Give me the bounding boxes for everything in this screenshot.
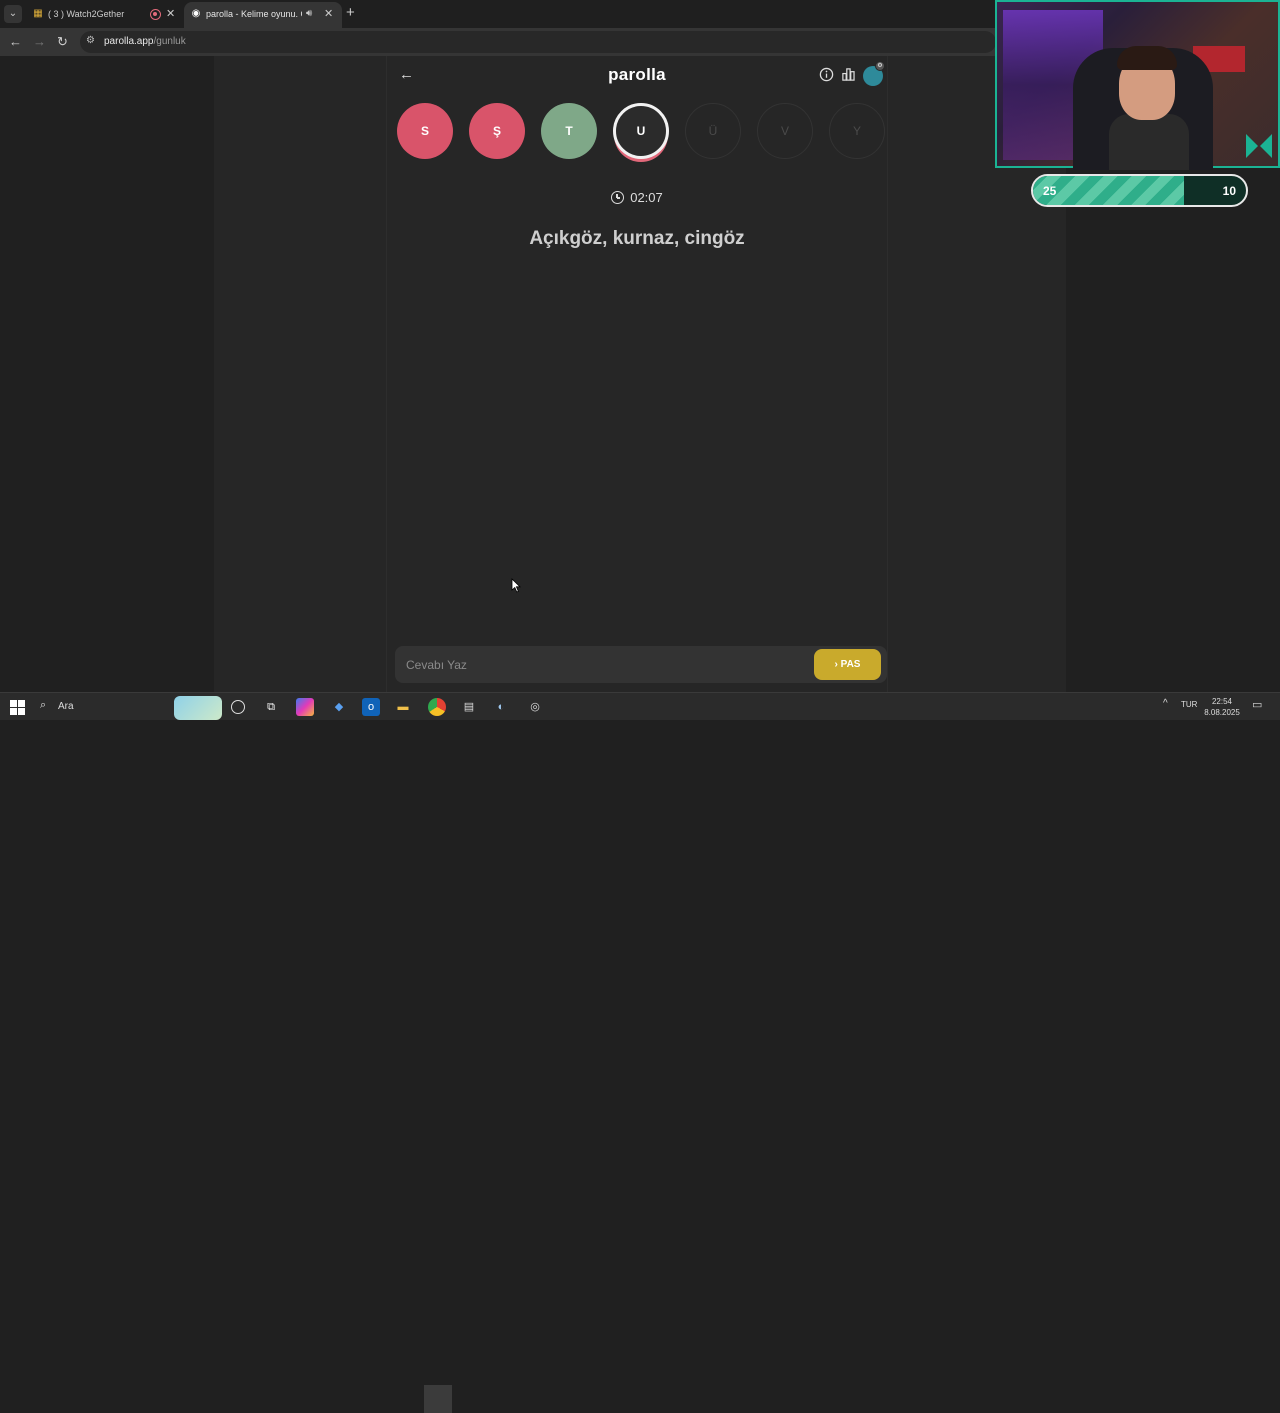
task-view-icon[interactable]: ⧉ <box>262 698 280 716</box>
pass-label: PAS <box>840 659 861 670</box>
timer: 02:07 <box>387 190 887 205</box>
tab-search-button[interactable]: ⌄ <box>4 5 22 23</box>
obs-icon[interactable]: ◎ <box>526 698 544 716</box>
mouse-cursor-icon <box>511 578 521 593</box>
webcam-person-body <box>1109 114 1189 170</box>
file-explorer-icon[interactable]: ▬ <box>394 698 412 716</box>
avatar-badge-icon: ⚙ <box>875 61 885 71</box>
windows-taskbar: ⌕ Ara ⧉ ◆ o ▬ ▤ ◐ ◎ ^ TUR 22:54 8.08.202… <box>0 692 1280 1413</box>
address-bar[interactable]: ⚙ parolla.app/gunluk <box>80 31 996 53</box>
clock-date: 8.08.2025 <box>1204 708 1240 717</box>
info-icon[interactable] <box>819 67 834 82</box>
steam-icon[interactable]: ◐ <box>492 698 510 716</box>
tab-title: ( 3 ) Watch2Gether <box>48 9 125 19</box>
back-arrow-icon[interactable]: ← <box>9 34 22 49</box>
letter-circle: T <box>541 103 597 159</box>
close-tab-icon[interactable]: ✕ <box>166 7 175 20</box>
clock-icon <box>611 191 625 204</box>
letter-circle: U <box>613 103 669 159</box>
webcam-person-hair <box>1117 46 1177 70</box>
search-label: Ara <box>58 701 74 712</box>
tray-chevron-up-icon[interactable]: ^ <box>1163 698 1168 709</box>
active-app-indicator <box>424 1385 452 1413</box>
timer-value: 02:07 <box>630 190 663 205</box>
tab-watch2gether[interactable]: ▦ ( 3 ) Watch2Gether ✕ <box>26 2 182 28</box>
system-clock[interactable]: 22:54 8.08.2025 <box>1202 696 1242 718</box>
brand-title: parolla <box>608 65 666 84</box>
chrome-icon[interactable] <box>428 698 446 716</box>
site-info-icon[interactable]: ⚙ <box>86 35 95 46</box>
url-text: parolla.app/gunluk <box>104 36 186 47</box>
letter-circle: Ü <box>685 103 741 159</box>
app-icon[interactable]: ◆ <box>330 698 348 716</box>
letter-circle: Y <box>829 103 885 159</box>
clock-time: 22:54 <box>1211 697 1233 706</box>
outlook-icon[interactable]: o <box>362 698 380 716</box>
score-right: 10 <box>1222 184 1236 198</box>
forward-arrow-icon[interactable]: → <box>33 34 46 49</box>
search-icon: ⌕ <box>40 699 47 711</box>
letter-circle: V <box>757 103 813 159</box>
taskbar-search[interactable]: ⌕ Ara <box>34 696 224 720</box>
windows-start-icon[interactable] <box>8 698 26 716</box>
close-tab-icon[interactable]: ✕ <box>324 7 333 20</box>
chevron-right-icon: › <box>834 659 838 670</box>
letter-circle: S <box>397 103 453 159</box>
cortana-icon[interactable] <box>231 700 245 714</box>
speaker-icon[interactable]: 🔊︎ <box>306 8 312 19</box>
score-left: 25 <box>1043 184 1057 198</box>
answer-input[interactable] <box>395 646 805 683</box>
store-icon[interactable]: ▤ <box>460 698 478 716</box>
stream-score-bar: 25 10 <box>1031 174 1248 207</box>
watch2gether-favicon-icon: ▦ <box>33 8 43 19</box>
tab-parolla[interactable]: ◉ parolla - Kelime oyunu. Gün 🔊︎ ✕ <box>184 2 342 28</box>
new-tab-button[interactable]: + <box>346 4 355 21</box>
reload-icon[interactable]: ↻ <box>57 34 68 50</box>
stats-icon[interactable] <box>841 67 856 82</box>
question-text: Açıkgöz, kurnaz, cingöz <box>529 228 745 249</box>
webcam-overlay <box>995 0 1280 170</box>
language-indicator[interactable]: TUR <box>1181 700 1197 709</box>
copilot-icon[interactable] <box>296 698 314 716</box>
streamer-logo-icon <box>1246 134 1272 158</box>
search-highlight-image <box>174 696 222 720</box>
recording-indicator-icon <box>150 9 161 20</box>
pass-button[interactable]: › PAS <box>814 649 881 680</box>
answer-bar: › PAS <box>395 646 887 683</box>
user-avatar[interactable]: ⚙ <box>863 61 885 86</box>
parolla-favicon-icon: ◉ <box>191 8 201 19</box>
parolla-game: ← parolla ⚙ SŞTUÜVY 02:07 Açıkgöz, kurna… <box>386 56 888 692</box>
tab-title: parolla - Kelime oyunu. Gün <box>206 9 302 19</box>
letter-circle: Ş <box>469 103 525 159</box>
notifications-icon[interactable]: ▭ <box>1252 698 1262 711</box>
